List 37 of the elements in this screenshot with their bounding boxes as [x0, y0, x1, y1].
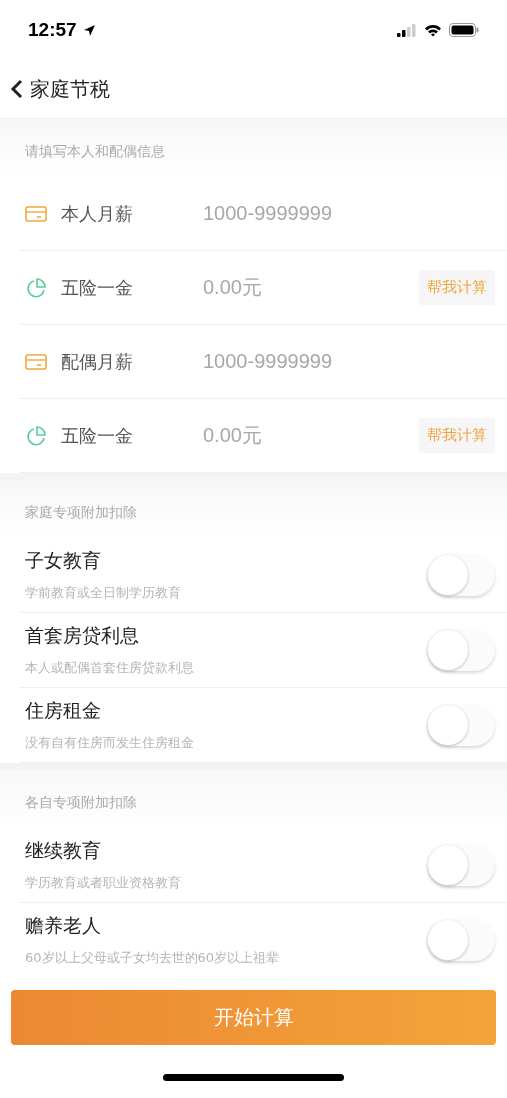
start-calculation-button[interactable]: 开始计算 [11, 990, 496, 1045]
toggle-switch[interactable] [427, 919, 495, 961]
deduction-title: 赡养老人 [25, 913, 102, 938]
deduction-description: 学前教育或全日制学历教育 [25, 584, 181, 602]
field-label: 配偶月薪 [61, 349, 134, 374]
battery-icon [449, 23, 479, 37]
input-field[interactable]: 1000-9999999 [201, 201, 495, 226]
card-icon [25, 352, 47, 371]
pie-chart-icon [25, 424, 47, 447]
deduction-title: 子女教育 [25, 548, 102, 573]
field-label: 本人月薪 [61, 201, 134, 226]
toggle-switch[interactable] [427, 704, 495, 746]
toggle-switch[interactable] [427, 844, 495, 886]
deduction-title: 继续教育 [25, 838, 102, 863]
back-icon[interactable] [10, 79, 24, 99]
pie-chart-icon [25, 276, 47, 299]
deduction-description: 学历教育或者职业资格教育 [25, 874, 181, 892]
toggle-switch[interactable] [427, 554, 495, 596]
wifi-icon [424, 23, 442, 37]
toggle-switch[interactable] [427, 629, 495, 671]
deduction-title: 住房租金 [25, 698, 102, 723]
status-time: 12:57 [28, 19, 77, 41]
input-field[interactable]: 1000-9999999 [201, 349, 495, 374]
field-label: 五险一金 [61, 423, 134, 448]
location-arrow-icon [82, 23, 96, 37]
signal-icon [397, 23, 417, 37]
calculate-help-button[interactable]: 帮我计算 [419, 418, 495, 453]
page-title: 家庭节税 [30, 75, 110, 103]
deduction-description: 60岁以上父母或子女均去世的60岁以上祖辈 [25, 949, 280, 967]
deduction-description: 本人或配偶首套住房贷款利息 [25, 659, 194, 677]
input-field[interactable]: 0.00元 [201, 275, 419, 300]
deduction-description: 没有自有住房而发生住房租金 [25, 734, 194, 752]
field-label: 五险一金 [61, 275, 134, 300]
input-field[interactable]: 0.00元 [201, 423, 419, 448]
deduction-title: 首套房贷利息 [25, 623, 140, 648]
calculate-help-button[interactable]: 帮我计算 [419, 270, 495, 305]
card-icon [25, 204, 47, 223]
